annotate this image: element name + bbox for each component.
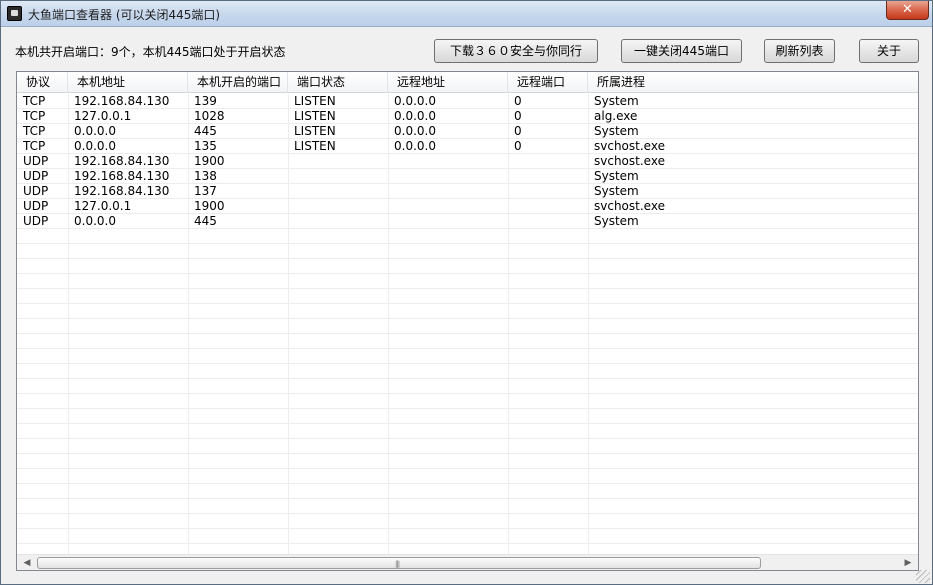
cell-process: System: [594, 184, 639, 198]
table-row[interactable]: TCP 192.168.84.130 139 LISTEN 0.0.0.0 0 System: [17, 94, 918, 109]
cell-local-address: 0.0.0.0: [74, 124, 116, 138]
cell-remote-port: 0: [514, 139, 522, 153]
table-row[interactable]: TCP 0.0.0.0 135 LISTEN 0.0.0.0 0 svchost.exe: [17, 139, 918, 154]
cell-process: svchost.exe: [594, 154, 665, 168]
cell-remote-address: [388, 154, 508, 169]
cell-protocol: UDP: [23, 184, 49, 198]
title-bar[interactable]: 大鱼端口查看器 (可以关闭445端口) ✕: [1, 1, 932, 27]
cell-local-address: 127.0.0.1: [74, 199, 132, 213]
scroll-thumb[interactable]: |||: [37, 557, 761, 569]
cell-process: svchost.exe: [594, 139, 665, 153]
port-list-view[interactable]: 协议 本机地址 本机开启的端口 端口状态 远程地址 远程端口 所属进程 TCP 1…: [16, 71, 919, 571]
cell-remote-port: [508, 184, 588, 199]
table-row[interactable]: TCP 127.0.0.1 1028 LISTEN 0.0.0.0 0 alg.exe: [17, 109, 918, 124]
cell-protocol: TCP: [23, 109, 46, 123]
cell-port-state: [288, 154, 388, 169]
table-row[interactable]: UDP 0.0.0.0 445 System: [17, 214, 918, 229]
cell-remote-address: [388, 184, 508, 199]
cell-local-port: 137: [194, 184, 217, 198]
close-445-port-button[interactable]: 一键关闭445端口: [621, 39, 742, 63]
cell-remote-address: 0.0.0.0: [394, 94, 436, 108]
cell-process: System: [594, 94, 639, 108]
column-header-local-port[interactable]: 本机开启的端口: [188, 72, 288, 93]
download-360-button[interactable]: 下载３６０安全与你同行: [434, 39, 598, 63]
main-window: 大鱼端口查看器 (可以关闭445端口) ✕ 本机共开启端口：9个，本机445端口…: [0, 0, 933, 585]
cell-local-address: 192.168.84.130: [74, 154, 170, 168]
cell-port-state: [288, 214, 388, 229]
cell-remote-address: 0.0.0.0: [394, 139, 436, 153]
column-header-remote-port[interactable]: 远程端口: [508, 72, 588, 93]
column-header-protocol[interactable]: 协议: [17, 72, 68, 93]
table-row[interactable]: UDP 192.168.84.130 1900 svchost.exe: [17, 154, 918, 169]
cell-protocol: UDP: [23, 154, 49, 168]
cell-local-address: 127.0.0.1: [74, 109, 132, 123]
cell-remote-address: 0.0.0.0: [394, 124, 436, 138]
cell-protocol: TCP: [23, 139, 46, 153]
column-header-local-address[interactable]: 本机地址: [68, 72, 188, 93]
cell-local-port: 1028: [194, 109, 225, 123]
cell-process: System: [594, 124, 639, 138]
cell-remote-port: [508, 154, 588, 169]
grip-icon: |||: [395, 560, 400, 568]
cell-remote-port: 0: [514, 94, 522, 108]
cell-protocol: TCP: [23, 124, 46, 138]
cell-process: System: [594, 169, 639, 183]
cell-remote-port: [508, 214, 588, 229]
cell-process: System: [594, 214, 639, 228]
cell-port-state: LISTEN: [294, 139, 336, 153]
cell-local-address: 192.168.84.130: [74, 94, 170, 108]
app-icon: [7, 6, 22, 21]
close-window-button[interactable]: ✕: [886, 1, 929, 20]
cell-process: alg.exe: [594, 109, 638, 123]
cell-protocol: UDP: [23, 169, 49, 183]
cell-local-address: 192.168.84.130: [74, 169, 170, 183]
cell-remote-address: [388, 199, 508, 214]
resize-grip-icon[interactable]: [916, 570, 930, 583]
cell-remote-address: [388, 214, 508, 229]
cell-protocol: TCP: [23, 94, 46, 108]
cell-port-state: LISTEN: [294, 109, 336, 123]
about-button[interactable]: 关于: [859, 39, 919, 63]
cell-port-state: [288, 184, 388, 199]
window-title: 大鱼端口查看器 (可以关闭445端口): [28, 8, 221, 22]
cell-local-address: 0.0.0.0: [74, 139, 116, 153]
cell-local-port: 138: [194, 169, 217, 183]
cell-remote-port: 0: [514, 124, 522, 138]
cell-local-port: 1900: [194, 199, 225, 213]
port-status-summary: 本机共开启端口：9个，本机445端口处于开启状态: [15, 45, 286, 59]
scroll-right-icon[interactable]: ▶: [900, 555, 916, 570]
column-header-port-state[interactable]: 端口状态: [288, 72, 388, 93]
table-row[interactable]: UDP 127.0.0.1 1900 svchost.exe: [17, 199, 918, 214]
cell-remote-address: 0.0.0.0: [394, 109, 436, 123]
list-header: 协议 本机地址 本机开启的端口 端口状态 远程地址 远程端口 所属进程: [17, 72, 918, 93]
cell-local-address: 0.0.0.0: [74, 214, 116, 228]
cell-remote-port: [508, 199, 588, 214]
cell-local-port: 445: [194, 124, 217, 138]
cell-port-state: LISTEN: [294, 124, 336, 138]
cell-local-port: 1900: [194, 154, 225, 168]
cell-remote-port: 0: [514, 109, 522, 123]
cell-local-address: 192.168.84.130: [74, 184, 170, 198]
cell-port-state: [288, 169, 388, 184]
cell-remote-port: [508, 169, 588, 184]
cell-remote-address: [388, 169, 508, 184]
horizontal-scrollbar[interactable]: ◀ ||| ▶: [17, 554, 918, 570]
cell-process: svchost.exe: [594, 199, 665, 213]
table-row[interactable]: TCP 0.0.0.0 445 LISTEN 0.0.0.0 0 System: [17, 124, 918, 139]
column-header-remote-address[interactable]: 远程地址: [388, 72, 508, 93]
refresh-list-button[interactable]: 刷新列表: [764, 39, 835, 63]
cell-protocol: UDP: [23, 199, 49, 213]
table-row[interactable]: UDP 192.168.84.130 137 System: [17, 184, 918, 199]
cell-port-state: [288, 199, 388, 214]
column-header-process[interactable]: 所属进程: [588, 72, 918, 93]
cell-local-port: 135: [194, 139, 217, 153]
cell-local-port: 445: [194, 214, 217, 228]
cell-protocol: UDP: [23, 214, 49, 228]
table-row[interactable]: UDP 192.168.84.130 138 System: [17, 169, 918, 184]
cell-port-state: LISTEN: [294, 94, 336, 108]
cell-local-port: 139: [194, 94, 217, 108]
scroll-left-icon[interactable]: ◀: [19, 555, 35, 570]
